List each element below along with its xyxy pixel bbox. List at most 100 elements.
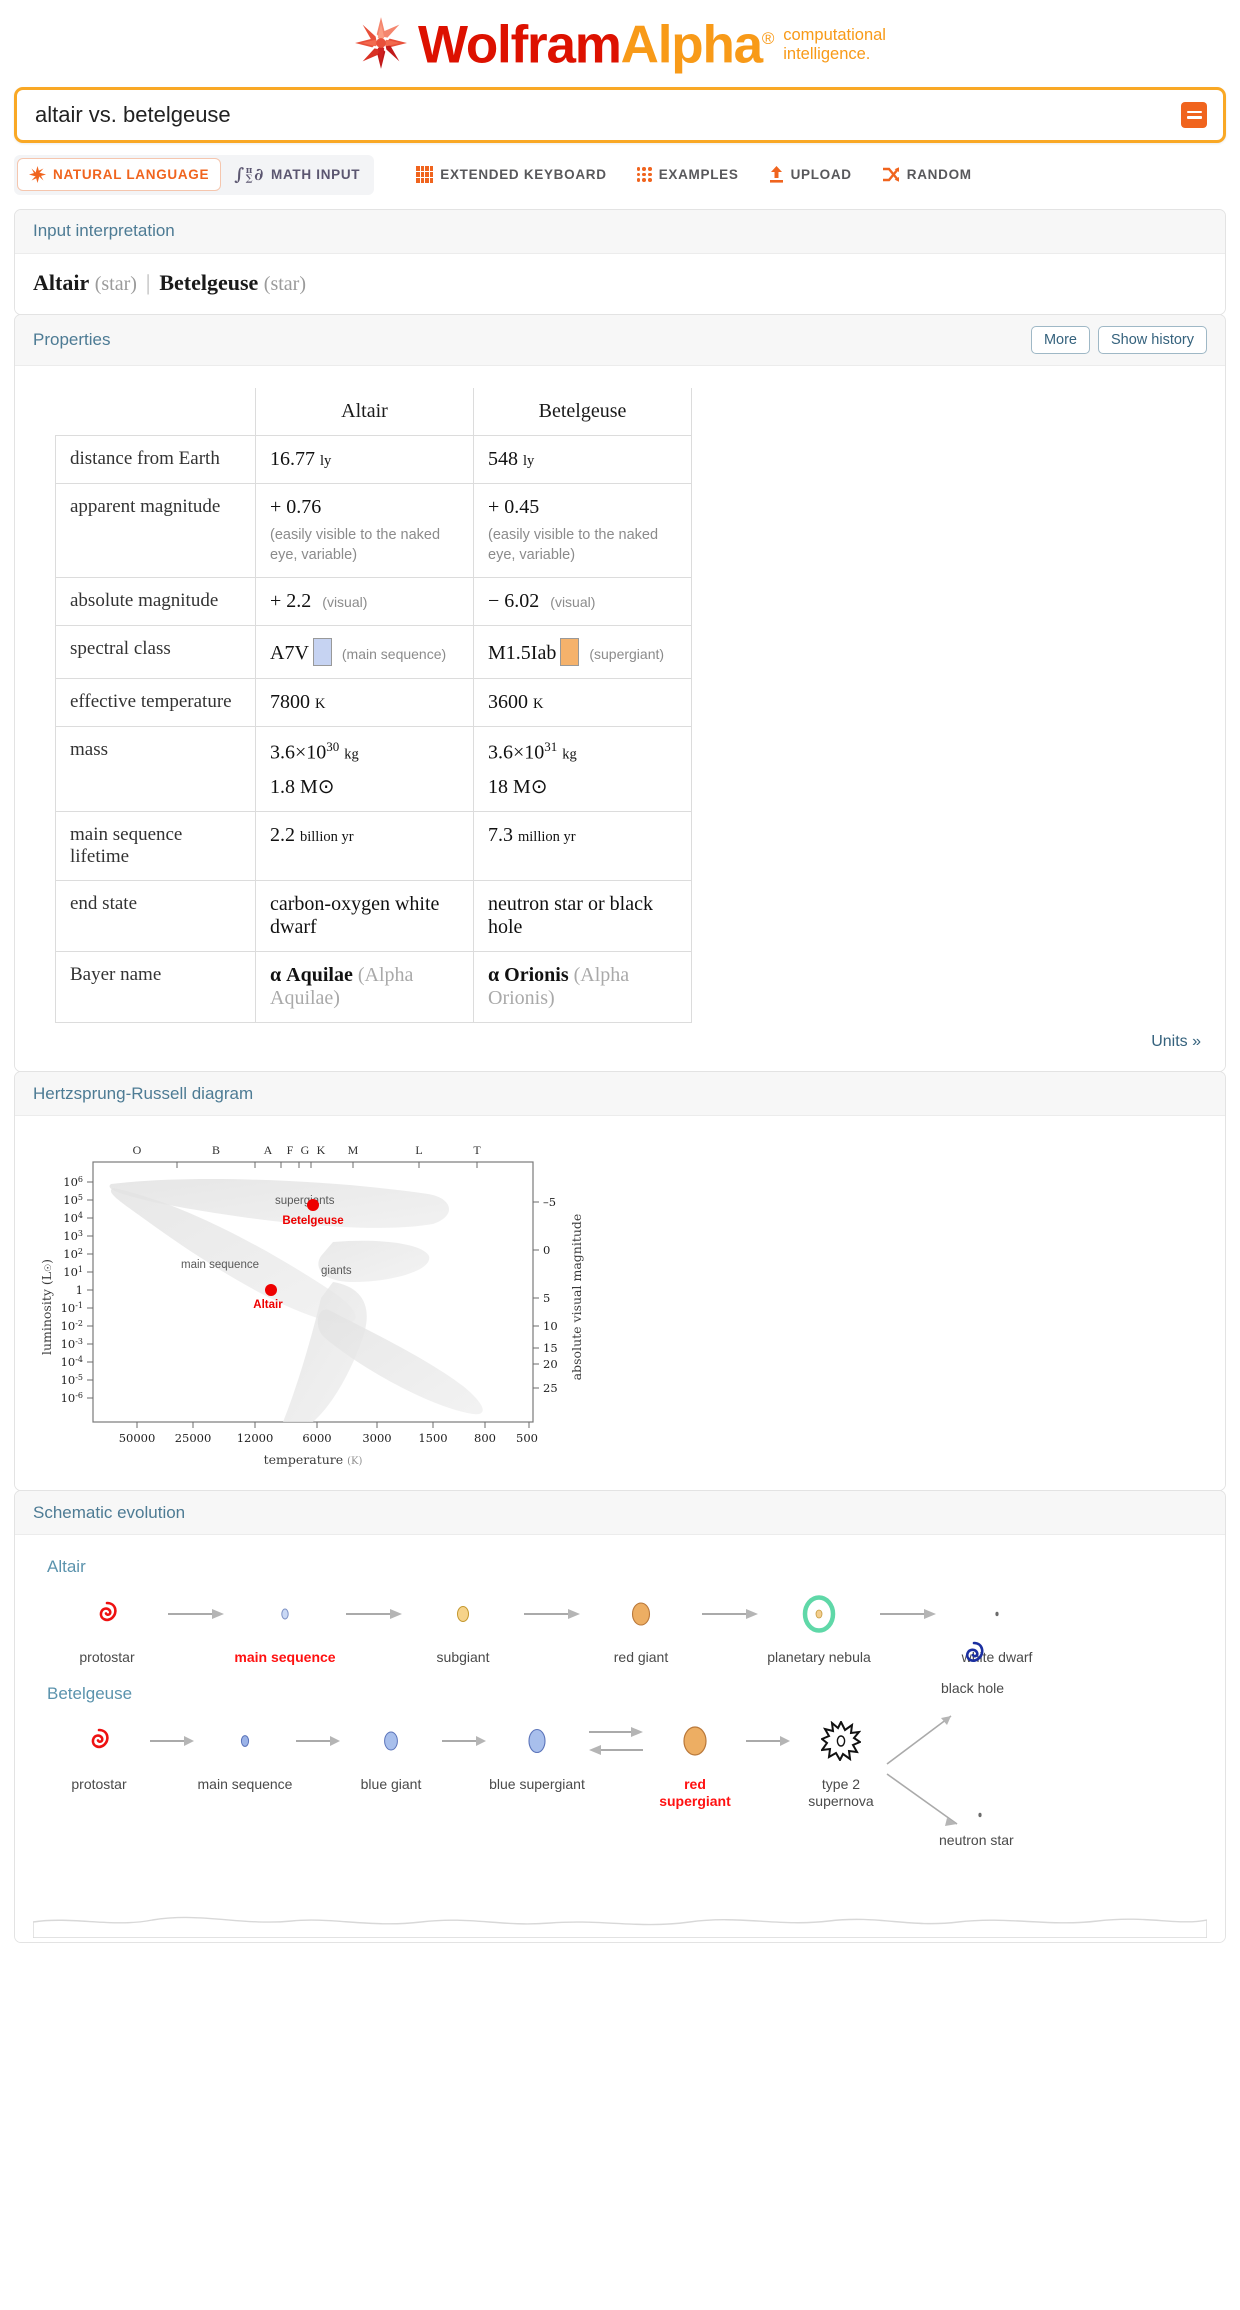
value-unit: ly: [320, 453, 331, 469]
value-main: + 0.76: [270, 496, 321, 518]
spectral-tick-B: B: [212, 1143, 220, 1157]
pod-schematic-evolution: Schematic evolution Altair protostar: [14, 1490, 1226, 1943]
spectral-tick-A: A: [264, 1143, 273, 1157]
spectral-tick-K: K: [317, 1143, 326, 1157]
examples-button[interactable]: EXAMPLES: [637, 167, 739, 182]
evolution-arrow: [163, 1585, 229, 1643]
marker-label-betelgeuse: Betelgeuse: [282, 1215, 343, 1227]
units-link[interactable]: Units »: [33, 1023, 1207, 1053]
hr-diagram-chart[interactable]: O B A F G K M L T: [33, 1132, 653, 1472]
interpretation-qualifier-1: (star): [95, 273, 137, 295]
x-tick-50000: 50000: [119, 1431, 156, 1445]
value-main: α Orionis: [488, 964, 569, 986]
value-unit: million yr: [518, 829, 576, 845]
row-label-absolute-magnitude: absolute magnitude: [56, 577, 256, 625]
row-label-effective-temperature: effective temperature: [56, 678, 256, 726]
tagline-line-2: intelligence.: [783, 45, 886, 64]
keyboard-grid-icon: [416, 166, 433, 183]
evolution-stage-planetary-nebula: planetary nebula: [763, 1585, 875, 1666]
value-solar-mass: 18 M⊙: [488, 774, 677, 799]
branch-label-neutron-star: neutron star: [939, 1832, 1014, 1848]
spikey-icon: [29, 166, 46, 183]
wolfram-spikey-logo-icon: [354, 16, 408, 70]
cell-betelgeuse-end-state: neutron star or black hole: [474, 881, 692, 952]
value-main: − 6.02: [488, 590, 539, 612]
cell-altair-mass: 3.6×1030 kg 1.8 M⊙: [256, 726, 474, 812]
column-header-betelgeuse: Betelgeuse: [474, 388, 692, 436]
input-toolbar: NATURAL LANGUAGE ∫π∑∂ MATH INPUT EXTENDE…: [14, 155, 1226, 195]
spectral-tick-L: L: [415, 1143, 422, 1157]
y2-tick-0: 0: [543, 1243, 550, 1257]
pod-input-interpretation: Input interpretation Altair (star)|Betel…: [14, 209, 1226, 315]
marker-altair[interactable]: [265, 1284, 277, 1296]
value-main: 7.3: [488, 824, 513, 846]
column-header-altair: Altair: [256, 388, 474, 436]
evolution-arrow: [147, 1712, 197, 1770]
more-button[interactable]: More: [1031, 326, 1090, 354]
search-box[interactable]: [14, 87, 1226, 143]
marker-label-altair: Altair: [253, 1299, 283, 1311]
properties-table: Altair Betelgeuse distance from Earth 16…: [55, 388, 692, 1024]
random-button[interactable]: RANDOM: [882, 166, 972, 183]
cell-betelgeuse-main-sequence-lifetime: 7.3 million yr: [474, 812, 692, 881]
cell-altair-absolute-magnitude: + 2.2 (visual): [256, 577, 474, 625]
marker-betelgeuse[interactable]: [307, 1199, 319, 1211]
pod-hr-diagram-body: O B A F G K M L T: [15, 1116, 1225, 1490]
tab-math-input[interactable]: ∫π∑∂ MATH INPUT: [223, 158, 371, 192]
table-row: absolute magnitude + 2.2 (visual) − 6.02…: [56, 577, 692, 625]
logo-word-alpha: Alpha: [621, 16, 762, 75]
value-unit: kg: [344, 746, 359, 762]
wolframalpha-logo[interactable]: WolframAlpha® computational intelligence…: [354, 12, 886, 73]
pod-hr-diagram-header: Hertzsprung-Russell diagram: [15, 1072, 1225, 1116]
evolution-stage-label: planetary nebula: [767, 1649, 871, 1666]
upload-button[interactable]: UPLOAD: [769, 166, 852, 183]
white-dwarf-dot-icon: [990, 1585, 1004, 1643]
search-bar: [14, 87, 1226, 143]
pod-schematic-evolution-title: Schematic evolution: [33, 1503, 185, 1523]
row-label-apparent-magnitude: apparent magnitude: [56, 483, 256, 577]
interpretation-qualifier-2: (star): [264, 273, 306, 295]
absolute-magnitude-axis: –5 0 5 10 15 20 25 absolute visual magni…: [533, 1195, 584, 1395]
small-blue-star-icon: [275, 1585, 295, 1643]
evolution-stage-main-sequence: main sequence: [197, 1712, 293, 1793]
upload-label: UPLOAD: [791, 167, 852, 182]
pod-schematic-evolution-header: Schematic evolution: [15, 1491, 1225, 1535]
y-tick-1e-5: 10-5: [61, 1373, 83, 1387]
search-input[interactable]: [33, 101, 1181, 129]
spectral-tick-F: F: [287, 1143, 294, 1157]
evolution-stage-blue-giant: blue giant: [343, 1712, 439, 1793]
table-row: Bayer name α Aquilae (Alpha Aquilae) α O…: [56, 952, 692, 1023]
y2-tick-15: 15: [543, 1341, 558, 1355]
evolution-arrow: [697, 1585, 763, 1643]
interpretation-text: Altair (star)|Betelgeuse (star): [33, 270, 1207, 296]
table-row: distance from Earth 16.77 ly 548 ly: [56, 435, 692, 483]
logo-wordmark: WolframAlpha®: [418, 12, 773, 73]
show-history-button[interactable]: Show history: [1098, 326, 1207, 354]
value-solar-mass: 1.8 M⊙: [270, 774, 459, 799]
table-row: main sequence lifetime 2.2 billion yr 7.…: [56, 812, 692, 881]
evolution-arrow: [341, 1585, 407, 1643]
spectral-tick-T: T: [473, 1143, 481, 1157]
row-label-distance: distance from Earth: [56, 435, 256, 483]
y-tick-1e6: 106: [63, 1175, 83, 1189]
tab-natural-language-label: NATURAL LANGUAGE: [53, 167, 209, 182]
tab-natural-language[interactable]: NATURAL LANGUAGE: [17, 158, 221, 191]
value-main: M1.5Iab: [488, 642, 556, 664]
x-tick-3000: 3000: [362, 1431, 391, 1445]
cell-betelgeuse-mass: 3.6×1031 kg 18 M⊙: [474, 726, 692, 812]
search-submit-button[interactable]: [1181, 102, 1207, 128]
toolbar-links: EXTENDED KEYBOARD EXAMPLES UPLOAD RANDOM: [416, 166, 971, 183]
row-label-spectral-class: spectral class: [56, 625, 256, 678]
value-main: α Aquilae: [270, 964, 353, 986]
value-exponent: 30: [326, 739, 339, 754]
pod-input-interpretation-title: Input interpretation: [33, 221, 175, 241]
supernova-burst-icon: [821, 1712, 861, 1770]
evolution-stage-red-giant: red giant: [585, 1585, 697, 1666]
extended-keyboard-button[interactable]: EXTENDED KEYBOARD: [416, 166, 606, 183]
value-unit: ly: [523, 453, 534, 469]
cell-betelgeuse-spectral-class: M1.5Iab(supergiant): [474, 625, 692, 678]
x-tick-25000: 25000: [175, 1431, 212, 1445]
value-main: 7800: [270, 691, 310, 713]
y-tick-1e5: 105: [63, 1193, 83, 1207]
pod-properties-header: Properties More Show history: [15, 315, 1225, 366]
